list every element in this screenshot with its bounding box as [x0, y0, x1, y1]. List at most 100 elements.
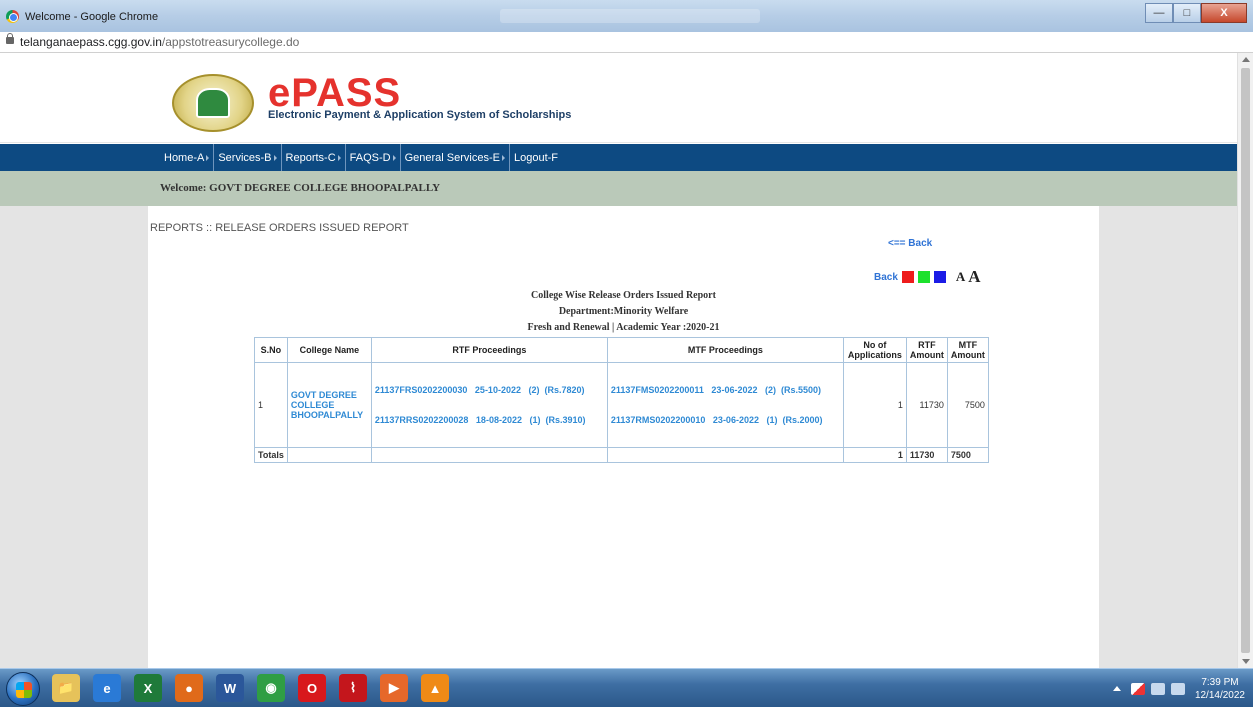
clock-date: 12/14/2022 — [1194, 689, 1245, 701]
chevron-right-icon — [273, 154, 277, 161]
report-table-wrap: S.No College Name RTF Proceedings MTF Pr… — [254, 337, 989, 463]
report-breadcrumb: REPORTS :: RELEASE ORDERS ISSUED REPORT — [150, 222, 409, 234]
mtf-proceeding-link[interactable]: 21137RMS0202200010 23-06-2022 (1) (Rs.20… — [611, 415, 840, 425]
taskbar-ie-icon[interactable]: e — [93, 674, 121, 702]
taskbar-firefox-icon[interactable]: ● — [175, 674, 203, 702]
col-header-mtf: MTF Proceedings — [606, 337, 844, 363]
totals-empty-college — [286, 447, 372, 463]
scrollbar-thumb[interactable] — [1241, 68, 1250, 653]
totals-label: Totals — [254, 447, 288, 463]
screen: Welcome - Google Chrome — □ X telanganae… — [0, 0, 1253, 707]
menu-item-home[interactable]: Home-A — [160, 144, 215, 171]
windows-taskbar: 📁 e X ● W ◉ O ⌇ ▶ ▲ 7:39 PM 12/14/2022 — [0, 668, 1253, 707]
totals-row: Totals 1 11730 7500 — [254, 447, 989, 463]
maximize-button[interactable]: □ — [1173, 3, 1201, 23]
chevron-right-icon — [337, 154, 341, 161]
display-tools: Back A A — [874, 267, 981, 287]
col-header-sno: S.No — [254, 337, 288, 363]
report-heading-title: College Wise Release Orders Issued Repor… — [531, 290, 716, 301]
network-icon[interactable] — [1150, 682, 1165, 695]
window-titlebar: Welcome - Google Chrome — □ X — [0, 0, 1253, 32]
url-text[interactable]: telanganaepass.cgg.gov.in/appstotreasury… — [20, 35, 299, 49]
taskbar-clock[interactable]: 7:39 PM 12/14/2022 — [1195, 676, 1245, 702]
epass-logo[interactable]: ePASS — [268, 73, 401, 113]
totals-empty-mtf — [606, 447, 844, 463]
right-gutter — [1099, 206, 1237, 668]
theme-green-swatch[interactable] — [917, 271, 930, 283]
col-header-applications: No of Applications — [842, 337, 907, 363]
menu-item-services[interactable]: Services-B — [214, 144, 282, 171]
background-window-title — [500, 9, 760, 23]
chevron-right-icon — [501, 154, 505, 161]
taskbar-excel-icon[interactable]: X — [134, 674, 162, 702]
close-button[interactable]: X — [1201, 3, 1247, 23]
vertical-scrollbar[interactable] — [1237, 53, 1253, 668]
scroll-up-icon[interactable] — [1242, 57, 1250, 62]
window-title: Welcome - Google Chrome — [25, 11, 159, 23]
lock-icon[interactable] — [6, 33, 14, 44]
cell-mtf-proceedings: 21137FMS0202200011 23-06-2022 (2) (Rs.55… — [606, 362, 844, 448]
minimize-button[interactable]: — — [1145, 3, 1173, 23]
cell-college: GOVT DEGREE COLLEGE BHOOPALPALLY — [286, 362, 372, 448]
rtf-proceeding-link[interactable]: 21137RRS0202200028 18-08-2022 (1) (Rs.39… — [375, 415, 604, 425]
url-path: /appstotreasurycollege.do — [161, 35, 300, 49]
cell-sno: 1 — [254, 362, 288, 448]
menu-item-general-services[interactable]: General Services-E — [401, 144, 510, 171]
theme-blue-swatch[interactable] — [933, 271, 946, 283]
report-heading-year: Fresh and Renewal | Academic Year :2020-… — [527, 322, 720, 333]
totals-empty-rtf — [370, 447, 608, 463]
cell-rtf-amount: 11730 — [905, 362, 948, 448]
taskbar-acrobat-icon[interactable]: ⌇ — [339, 674, 367, 702]
taskbar-explorer-icon[interactable]: 📁 — [52, 674, 80, 702]
table-row: 1 GOVT DEGREE COLLEGE BHOOPALPALLY 21137… — [254, 362, 989, 448]
window-controls: — □ X — [1145, 3, 1247, 23]
left-gutter — [0, 206, 148, 668]
cell-mtf-amount: 7500 — [946, 362, 989, 448]
back-link[interactable]: <== Back — [888, 238, 932, 249]
taskbar-opera-icon[interactable]: O — [298, 674, 326, 702]
menu-item-faqs[interactable]: FAQS-D — [346, 144, 401, 171]
cell-applications: 1 — [842, 362, 907, 448]
main-menu: Home-A Services-B Reports-C FAQS-D Gener… — [160, 144, 562, 171]
table-header-row: S.No College Name RTF Proceedings MTF Pr… — [254, 337, 989, 363]
action-center-icon[interactable] — [1130, 682, 1145, 695]
college-link[interactable]: GOVT DEGREE COLLEGE BHOOPALPALLY — [291, 390, 363, 420]
totals-mtf-amount: 7500 — [946, 447, 989, 463]
taskbar-vlc-icon[interactable]: ▲ — [421, 674, 449, 702]
show-hidden-icons-icon[interactable] — [1112, 686, 1121, 691]
taskbar-chrome-icon[interactable]: ◉ — [257, 674, 285, 702]
volume-icon[interactable] — [1170, 682, 1185, 695]
totals-applications: 1 — [842, 447, 907, 463]
welcome-bar: Welcome: GOVT DEGREE COLLEGE BHOOPALPALL… — [0, 171, 1237, 206]
menu-item-logout[interactable]: Logout-F — [510, 144, 562, 171]
windows-logo-icon — [16, 682, 32, 698]
font-size-small-button[interactable]: A — [956, 269, 965, 285]
col-header-rtf: RTF Proceedings — [370, 337, 608, 363]
menu-item-reports[interactable]: Reports-C — [282, 144, 346, 171]
theme-red-swatch[interactable] — [901, 271, 914, 283]
telangana-emblem-icon — [172, 74, 254, 132]
tools-back-link[interactable]: Back — [874, 272, 898, 283]
clock-time: 7:39 PM — [1201, 676, 1239, 688]
url-host: telanganaepass.cgg.gov.in — [20, 35, 162, 49]
rtf-proceeding-link[interactable]: 21137FRS0202200030 25-10-2022 (2) (Rs.78… — [375, 385, 604, 395]
start-button[interactable] — [6, 672, 40, 706]
font-size-large-button[interactable]: A — [968, 267, 980, 287]
taskbar-media-icon[interactable]: ▶ — [380, 674, 408, 702]
page-viewport: ePASS Electronic Payment & Application S… — [0, 53, 1237, 668]
scroll-down-icon[interactable] — [1242, 659, 1250, 664]
address-bar[interactable]: telanganaepass.cgg.gov.in/appstotreasury… — [0, 32, 1253, 53]
col-header-rtf-amount: RTF Amount — [905, 337, 948, 363]
taskbar-word-icon[interactable]: W — [216, 674, 244, 702]
chrome-icon — [6, 10, 19, 23]
welcome-text: Welcome: GOVT DEGREE COLLEGE BHOOPALPALL… — [160, 182, 441, 194]
cell-rtf-proceedings: 21137FRS0202200030 25-10-2022 (2) (Rs.78… — [370, 362, 608, 448]
report-content: REPORTS :: RELEASE ORDERS ISSUED REPORT … — [148, 206, 1099, 668]
col-header-college: College Name — [286, 337, 372, 363]
col-header-mtf-amount: MTF Amount — [946, 337, 989, 363]
chevron-right-icon — [206, 154, 210, 161]
mtf-proceeding-link[interactable]: 21137FMS0202200011 23-06-2022 (2) (Rs.55… — [611, 385, 840, 395]
site-tagline: Electronic Payment & Application System … — [268, 109, 572, 121]
main-menu-bar: Home-A Services-B Reports-C FAQS-D Gener… — [0, 144, 1237, 171]
totals-rtf-amount: 11730 — [905, 447, 948, 463]
